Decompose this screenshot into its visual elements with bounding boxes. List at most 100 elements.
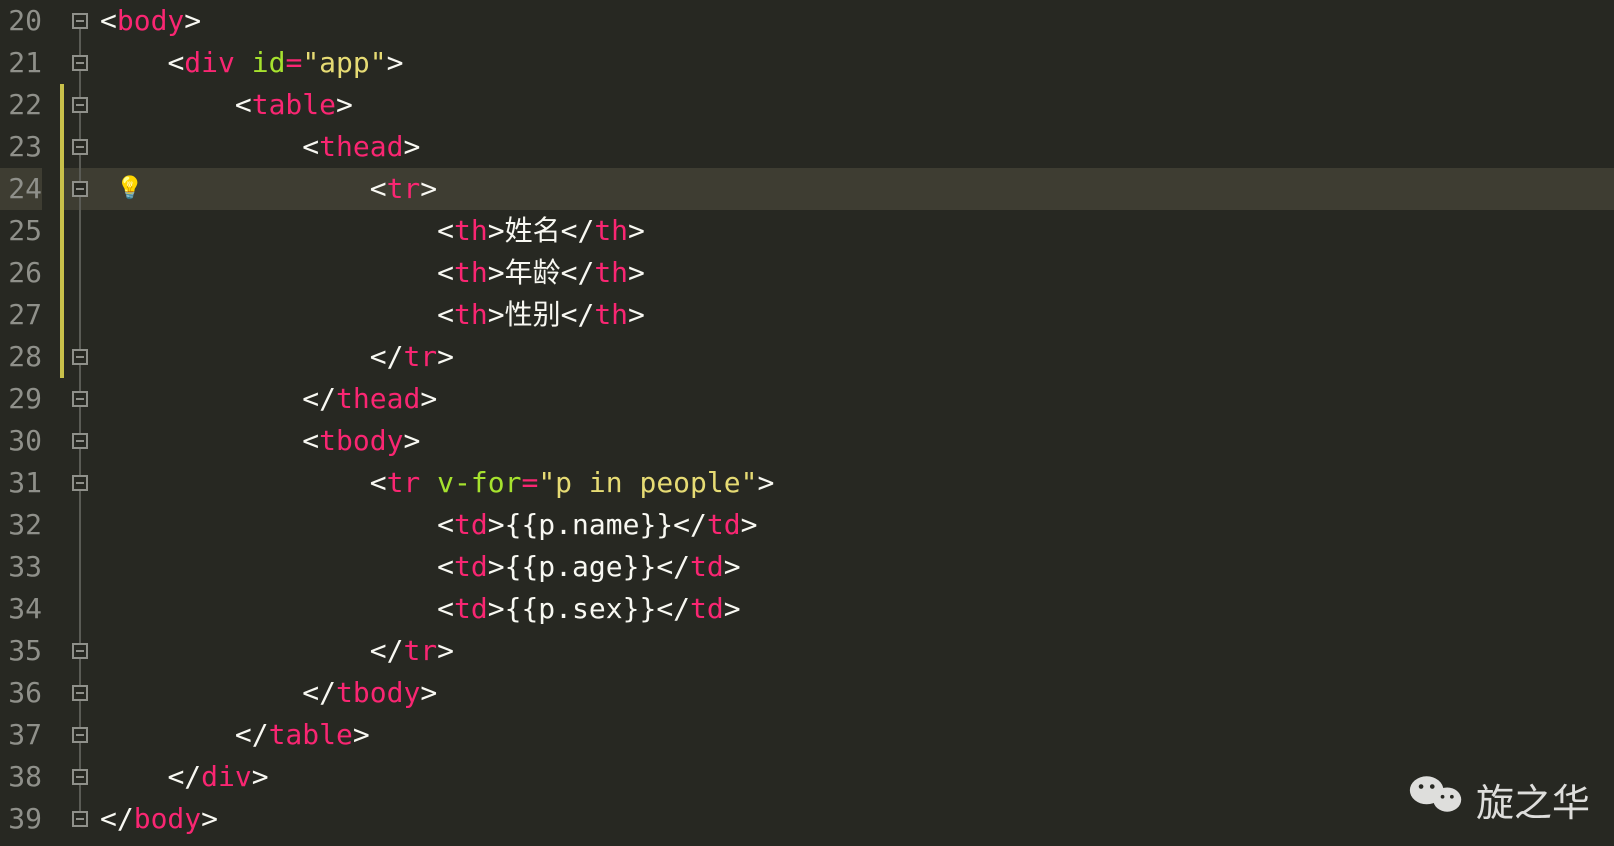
- token-tag: tbody: [336, 676, 420, 709]
- code-line[interactable]: <tr v-for="p in people">: [100, 462, 1614, 504]
- indent: [100, 46, 167, 79]
- code-line[interactable]: <td>{{p.name}}</td>: [100, 504, 1614, 546]
- code-line[interactable]: <th>年龄</th>: [100, 252, 1614, 294]
- indent: [100, 298, 437, 331]
- token-angle: >: [488, 298, 505, 331]
- token-attr: v-for: [437, 466, 521, 499]
- token-angle: <: [437, 256, 454, 289]
- code-area[interactable]: <body> <div id="app"> <table> <thead> <t…: [100, 0, 1614, 846]
- fold-toggle-icon[interactable]: [72, 685, 88, 701]
- line-number: 38: [0, 756, 42, 798]
- fold-toggle-icon[interactable]: [72, 13, 88, 29]
- indent: [100, 88, 235, 121]
- code-line[interactable]: <div id="app">: [100, 42, 1614, 84]
- token-angle: <: [437, 550, 454, 583]
- token-str: "app": [302, 46, 386, 79]
- fold-toggle-icon[interactable]: [72, 139, 88, 155]
- token-tag: body: [134, 802, 201, 835]
- fold-cell[interactable]: [60, 84, 100, 126]
- token-angle: </: [370, 634, 404, 667]
- fold-toggle-icon[interactable]: [72, 181, 88, 197]
- token-txt: {{p.sex}}: [505, 592, 657, 625]
- indent: [100, 340, 370, 373]
- token-tag: th: [594, 298, 628, 331]
- line-number: 37: [0, 714, 42, 756]
- token-tag: td: [690, 592, 724, 625]
- lightbulb-icon[interactable]: 💡: [116, 176, 143, 201]
- code-line[interactable]: </tbody>: [100, 672, 1614, 714]
- token-angle: </: [302, 382, 336, 415]
- token-tag: table: [269, 718, 353, 751]
- code-line[interactable]: <body>: [100, 0, 1614, 42]
- code-line[interactable]: <tbody>: [100, 420, 1614, 462]
- fold-toggle-icon[interactable]: [72, 433, 88, 449]
- token-angle: </: [370, 340, 404, 373]
- indent: [100, 382, 302, 415]
- code-line[interactable]: </thead>: [100, 378, 1614, 420]
- token-angle: </: [235, 718, 269, 751]
- code-line[interactable]: <table>: [100, 84, 1614, 126]
- fold-cell[interactable]: [60, 756, 100, 798]
- fold-cell[interactable]: [60, 546, 100, 588]
- code-line[interactable]: <tr>: [100, 168, 1614, 210]
- fold-cell[interactable]: [60, 714, 100, 756]
- fold-toggle-icon[interactable]: [72, 349, 88, 365]
- fold-cell[interactable]: [60, 630, 100, 672]
- code-line[interactable]: <td>{{p.sex}}</td>: [100, 588, 1614, 630]
- code-line[interactable]: <th>性别</th>: [100, 294, 1614, 336]
- fold-cell[interactable]: [60, 252, 100, 294]
- fold-cell[interactable]: [60, 0, 100, 42]
- indent: [100, 214, 437, 247]
- code-line[interactable]: </tr>: [100, 336, 1614, 378]
- fold-toggle-icon[interactable]: [72, 811, 88, 827]
- line-number: 27: [0, 294, 42, 336]
- code-editor[interactable]: 2021222324252627282930313233343536373839…: [0, 0, 1614, 846]
- fold-cell[interactable]: [60, 420, 100, 462]
- token-tag: th: [454, 256, 488, 289]
- fold-cell[interactable]: [60, 42, 100, 84]
- line-number: 31: [0, 462, 42, 504]
- code-line[interactable]: <th>姓名</th>: [100, 210, 1614, 252]
- token-angle: >: [488, 508, 505, 541]
- fold-cell[interactable]: [60, 126, 100, 168]
- fold-toggle-icon[interactable]: [72, 97, 88, 113]
- fold-cell[interactable]: [60, 210, 100, 252]
- fold-cell[interactable]: [60, 504, 100, 546]
- token-angle: >: [628, 256, 645, 289]
- fold-toggle-icon[interactable]: [72, 727, 88, 743]
- fold-cell[interactable]: [60, 588, 100, 630]
- fold-toggle-icon[interactable]: [72, 769, 88, 785]
- token-angle: </: [100, 802, 134, 835]
- fold-cell[interactable]: [60, 378, 100, 420]
- fold-cell[interactable]: [60, 462, 100, 504]
- indent: [100, 508, 437, 541]
- token-op: =: [521, 466, 538, 499]
- code-line[interactable]: <td>{{p.age}}</td>: [100, 546, 1614, 588]
- token-angle: >: [420, 676, 437, 709]
- token-attr: id: [252, 46, 286, 79]
- fold-cell[interactable]: [60, 336, 100, 378]
- code-line[interactable]: <thead>: [100, 126, 1614, 168]
- token-angle: >: [488, 256, 505, 289]
- token-angle: >: [437, 634, 454, 667]
- fold-toggle-icon[interactable]: [72, 643, 88, 659]
- fold-toggle-icon[interactable]: [72, 55, 88, 71]
- token-angle: </: [302, 676, 336, 709]
- code-line[interactable]: </table>: [100, 714, 1614, 756]
- fold-toggle-icon[interactable]: [72, 475, 88, 491]
- token-angle: >: [353, 718, 370, 751]
- fold-cell[interactable]: [60, 294, 100, 336]
- fold-gutter[interactable]: [60, 0, 100, 846]
- code-line[interactable]: </body>: [100, 798, 1614, 840]
- fold-cell[interactable]: [60, 672, 100, 714]
- code-line[interactable]: </div>: [100, 756, 1614, 798]
- fold-cell[interactable]: [60, 168, 100, 210]
- code-line[interactable]: </tr>: [100, 630, 1614, 672]
- token-angle: <: [437, 214, 454, 247]
- token-angle: >: [757, 466, 774, 499]
- token-angle: >: [387, 46, 404, 79]
- token-tag: tr: [403, 634, 437, 667]
- token-angle: </: [561, 214, 595, 247]
- fold-cell[interactable]: [60, 798, 100, 840]
- fold-toggle-icon[interactable]: [72, 391, 88, 407]
